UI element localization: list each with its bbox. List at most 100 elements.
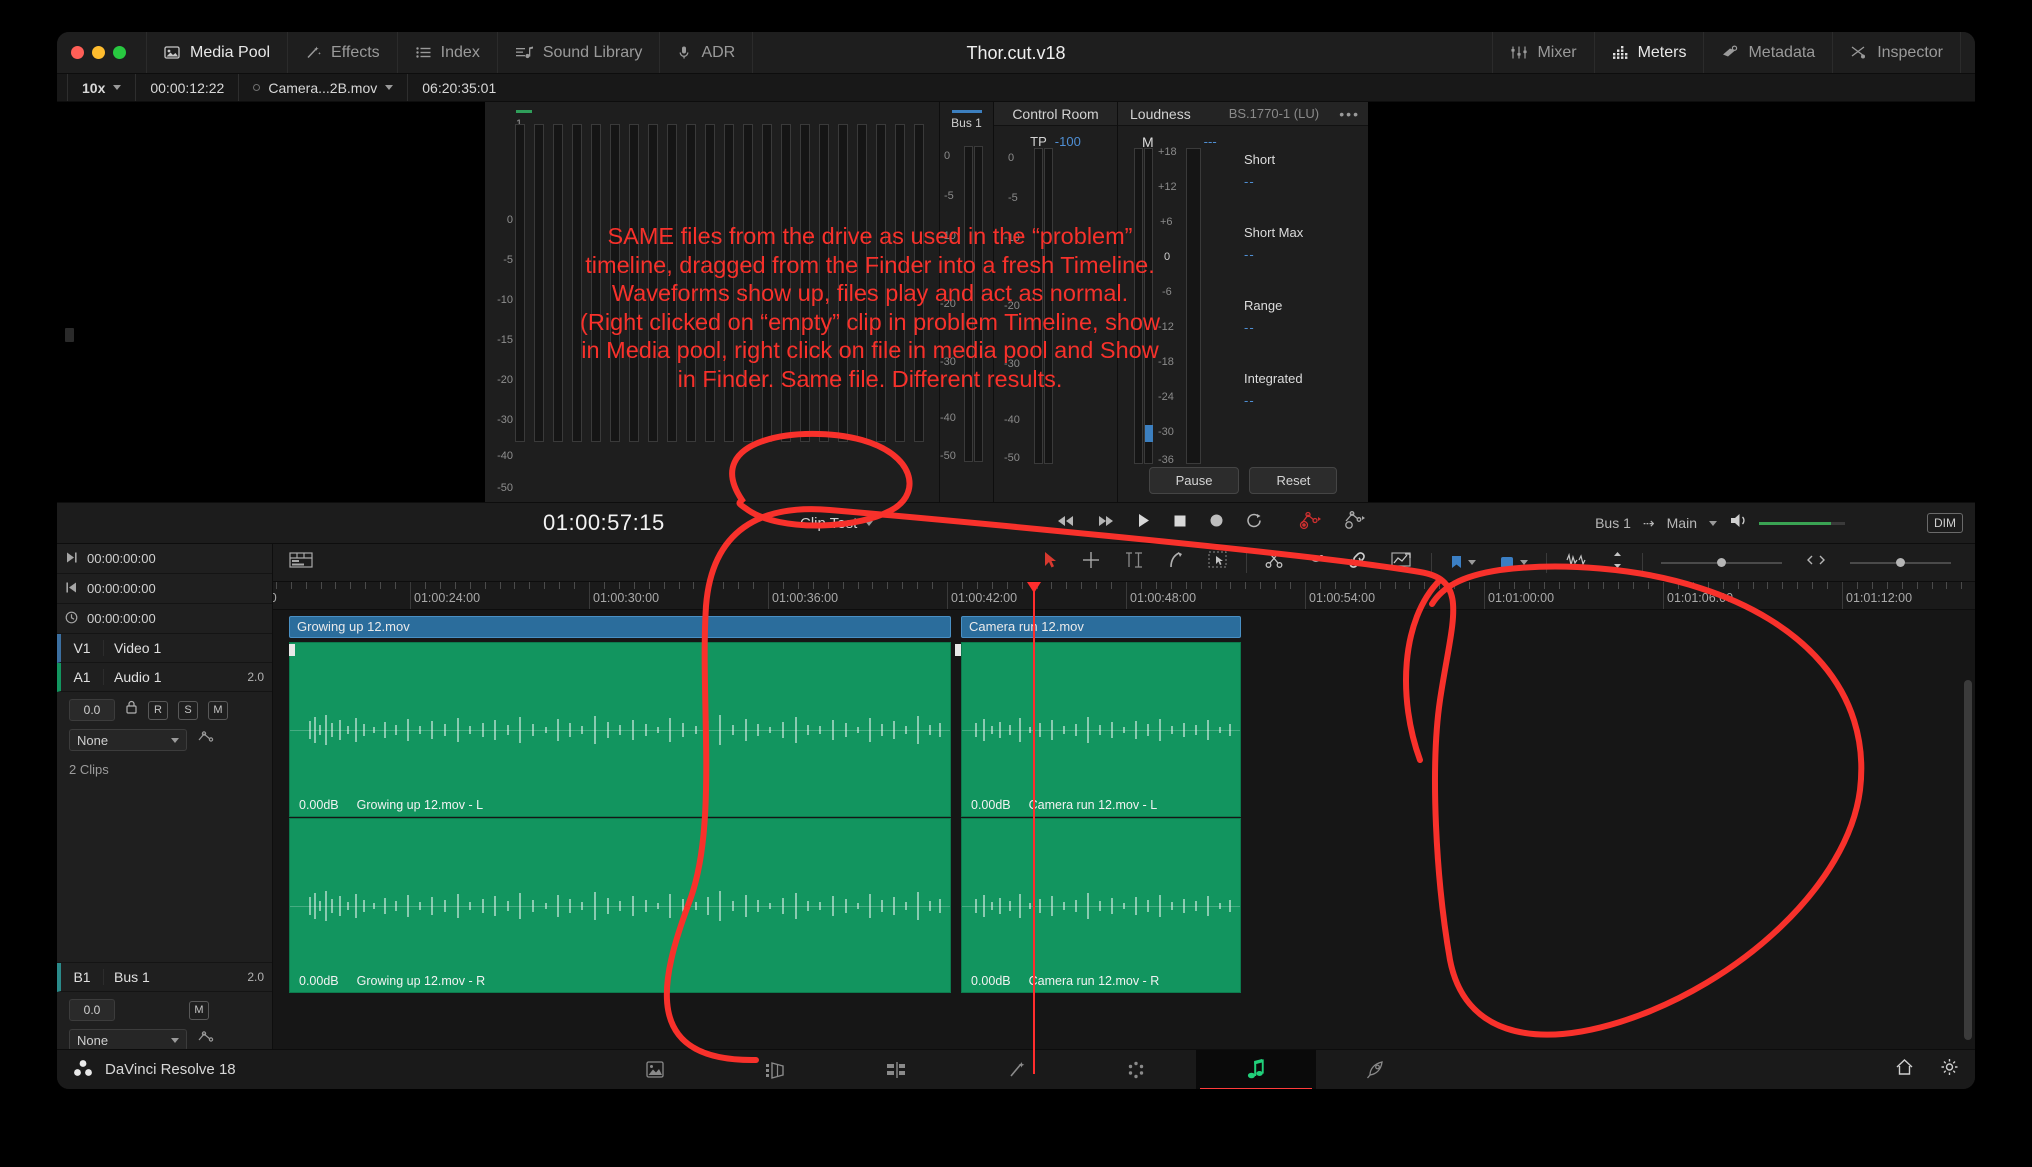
page-fusion[interactable]	[956, 1050, 1076, 1090]
toolbar-media-pool[interactable]: Media Pool	[146, 32, 289, 73]
page-color[interactable]	[1076, 1050, 1196, 1090]
track-mute-button[interactable]: M	[208, 700, 228, 720]
track-gain-input[interactable]: 0.0	[69, 699, 115, 721]
zoom-slider-1[interactable]	[1661, 558, 1782, 567]
loop-icon[interactable]	[1246, 513, 1263, 533]
vertical-scrollbar[interactable]	[1964, 680, 1972, 1040]
timeline-canvas[interactable]: 0:18:00 01:00:24:00 01:00:30:00 01:00:36:00…	[273, 544, 1975, 1074]
volume-control[interactable]	[1729, 512, 1845, 534]
clip-trim-handle-right[interactable]	[955, 644, 961, 656]
page-cut[interactable]	[716, 1050, 836, 1090]
speaker-icon[interactable]	[1729, 512, 1749, 534]
track-name-b1: Bus 1	[103, 969, 247, 985]
automation-record-icon[interactable]	[1299, 510, 1325, 537]
bus-automation-icon[interactable]	[197, 1030, 219, 1050]
toolbar-metadata[interactable]: Metadata	[1704, 32, 1834, 73]
audio-clip-camera-run-right[interactable]: 0.00dB Camera run 12.mov - R	[961, 818, 1241, 993]
fit-timeline-icon[interactable]	[1806, 553, 1826, 572]
toolbar-meters[interactable]: Meters	[1595, 32, 1705, 73]
record-icon[interactable]	[1209, 513, 1224, 533]
razor-blade-icon[interactable]	[1265, 551, 1283, 574]
bus-mute-button[interactable]: M	[189, 1000, 209, 1020]
maximize-window-button[interactable]	[113, 46, 126, 59]
automation-settings-icon[interactable]	[1343, 510, 1369, 537]
lock-icon[interactable]	[125, 700, 138, 720]
loudness-scale-label: -18	[1158, 356, 1174, 368]
toolbar-adr[interactable]: ADR	[660, 32, 754, 73]
timeline-ruler[interactable]: 0:18:00 01:00:24:00 01:00:30:00 01:00:36:00…	[273, 582, 1975, 610]
window-controls[interactable]	[57, 46, 126, 59]
waveform-display-icon[interactable]	[1565, 551, 1587, 574]
bus-format-select[interactable]: None	[69, 1029, 187, 1051]
track-header-a1[interactable]: A1 Audio 1 2.0	[57, 663, 272, 692]
track-header-v1[interactable]: V1 Video 1	[57, 634, 272, 663]
snap-magnet-icon[interactable]	[1307, 551, 1324, 574]
play-icon[interactable]	[1137, 513, 1151, 533]
home-icon[interactable]	[1895, 1058, 1914, 1081]
duration-timecode[interactable]: 00:00:12:22	[136, 74, 240, 101]
volume-slider[interactable]	[1759, 521, 1845, 525]
dim-button[interactable]: DIM	[1927, 513, 1963, 533]
ruler-minor-tick	[1722, 582, 1724, 589]
output-routing[interactable]: Bus 1 ⇢ Main	[1595, 515, 1717, 532]
page-fairlight[interactable]	[1196, 1049, 1316, 1089]
source-timecode[interactable]: 06:20:35:01	[408, 74, 510, 101]
loudness-pause-button[interactable]: Pause	[1148, 467, 1240, 494]
toolbar-index[interactable]: Index	[398, 32, 498, 73]
page-media[interactable]	[596, 1050, 716, 1090]
zoom-level-selector[interactable]: 10x	[67, 74, 137, 101]
meter-bar	[857, 124, 867, 442]
video-clip-camera-run[interactable]: Camera run 12.mov	[961, 616, 1241, 638]
track-record-arm-button[interactable]: R	[148, 700, 168, 720]
trim-edit-icon[interactable]	[1082, 551, 1100, 574]
track-header-b1[interactable]: B1 Bus 1 2.0	[57, 963, 272, 992]
clip-name-selector[interactable]: Camera...2B.mov	[239, 74, 409, 101]
toolbar-mixer[interactable]: Mixer	[1492, 32, 1595, 73]
timeline-tracks[interactable]: Growing up 12.mov Camera run 12.mov 0.00…	[273, 582, 1975, 1074]
mark-out-row[interactable]: 00:00:00:00	[57, 544, 272, 574]
selection-box-icon[interactable]	[1208, 551, 1228, 574]
minimize-window-button[interactable]	[92, 46, 105, 59]
media-pool-panel[interactable]: S	[57, 102, 485, 956]
clip-trim-handle-left[interactable]	[289, 644, 295, 656]
track-solo-button[interactable]: S	[178, 700, 198, 720]
fast-forward-icon[interactable]	[1097, 514, 1115, 533]
marker-flag-icon[interactable]	[1450, 555, 1476, 571]
track-height-icon[interactable]	[1611, 551, 1624, 574]
playhead-timecode[interactable]: 01:00:57:15	[543, 510, 665, 536]
text-insert-icon[interactable]	[1124, 551, 1144, 574]
close-window-button[interactable]	[71, 46, 84, 59]
duration-row[interactable]: 00:00:00:00	[57, 604, 272, 634]
ruler-minor-tick	[1454, 582, 1456, 589]
toolbar-inspector[interactable]: Inspector	[1833, 32, 1961, 73]
mark-in-value: 00:00:00:00	[87, 581, 156, 596]
track-automation-icon[interactable]	[197, 730, 219, 750]
rewind-icon[interactable]	[1057, 514, 1075, 533]
zoom-slider-2[interactable]	[1850, 558, 1951, 567]
color-swatch-icon[interactable]	[1500, 555, 1528, 570]
playhead[interactable]	[1027, 582, 1041, 1074]
timeline-selector[interactable]: Clip Test	[800, 515, 874, 532]
toolbar-effects[interactable]: Effects	[288, 32, 398, 73]
panel-handle-1[interactable]	[65, 328, 74, 342]
page-deliver[interactable]	[1316, 1050, 1436, 1090]
flag-marker-icon[interactable]	[1391, 551, 1413, 574]
mark-in-row[interactable]: 00:00:00:00	[57, 574, 272, 604]
bus-gain-input[interactable]: 0.0	[69, 999, 115, 1021]
audio-clip-camera-run-left[interactable]: 0.00dB Camera run 12.mov - L	[961, 642, 1241, 817]
loudness-options-icon[interactable]: •••	[1339, 106, 1360, 122]
stop-icon[interactable]	[1173, 514, 1187, 533]
toolbar-sound-library[interactable]: Sound Library	[498, 32, 661, 73]
loudness-reset-button[interactable]: Reset	[1249, 467, 1338, 494]
video-clip-growing-up[interactable]: Growing up 12.mov	[289, 616, 951, 638]
arrow-select-icon[interactable]	[1043, 551, 1058, 574]
page-edit[interactable]	[836, 1050, 956, 1090]
timeline-view-options-icon[interactable]	[289, 551, 313, 574]
track-format-select[interactable]: None	[69, 729, 187, 751]
bus-scale-label: -40	[940, 412, 956, 424]
pen-icon[interactable]	[1168, 551, 1184, 574]
audio-clip-growing-up-right[interactable]: 0.00dB Growing up 12.mov - R	[289, 818, 951, 993]
settings-gear-icon[interactable]	[1940, 1058, 1959, 1081]
link-icon[interactable]	[1348, 551, 1367, 574]
audio-clip-growing-up-left[interactable]: 0.00dB Growing up 12.mov - L	[289, 642, 951, 817]
